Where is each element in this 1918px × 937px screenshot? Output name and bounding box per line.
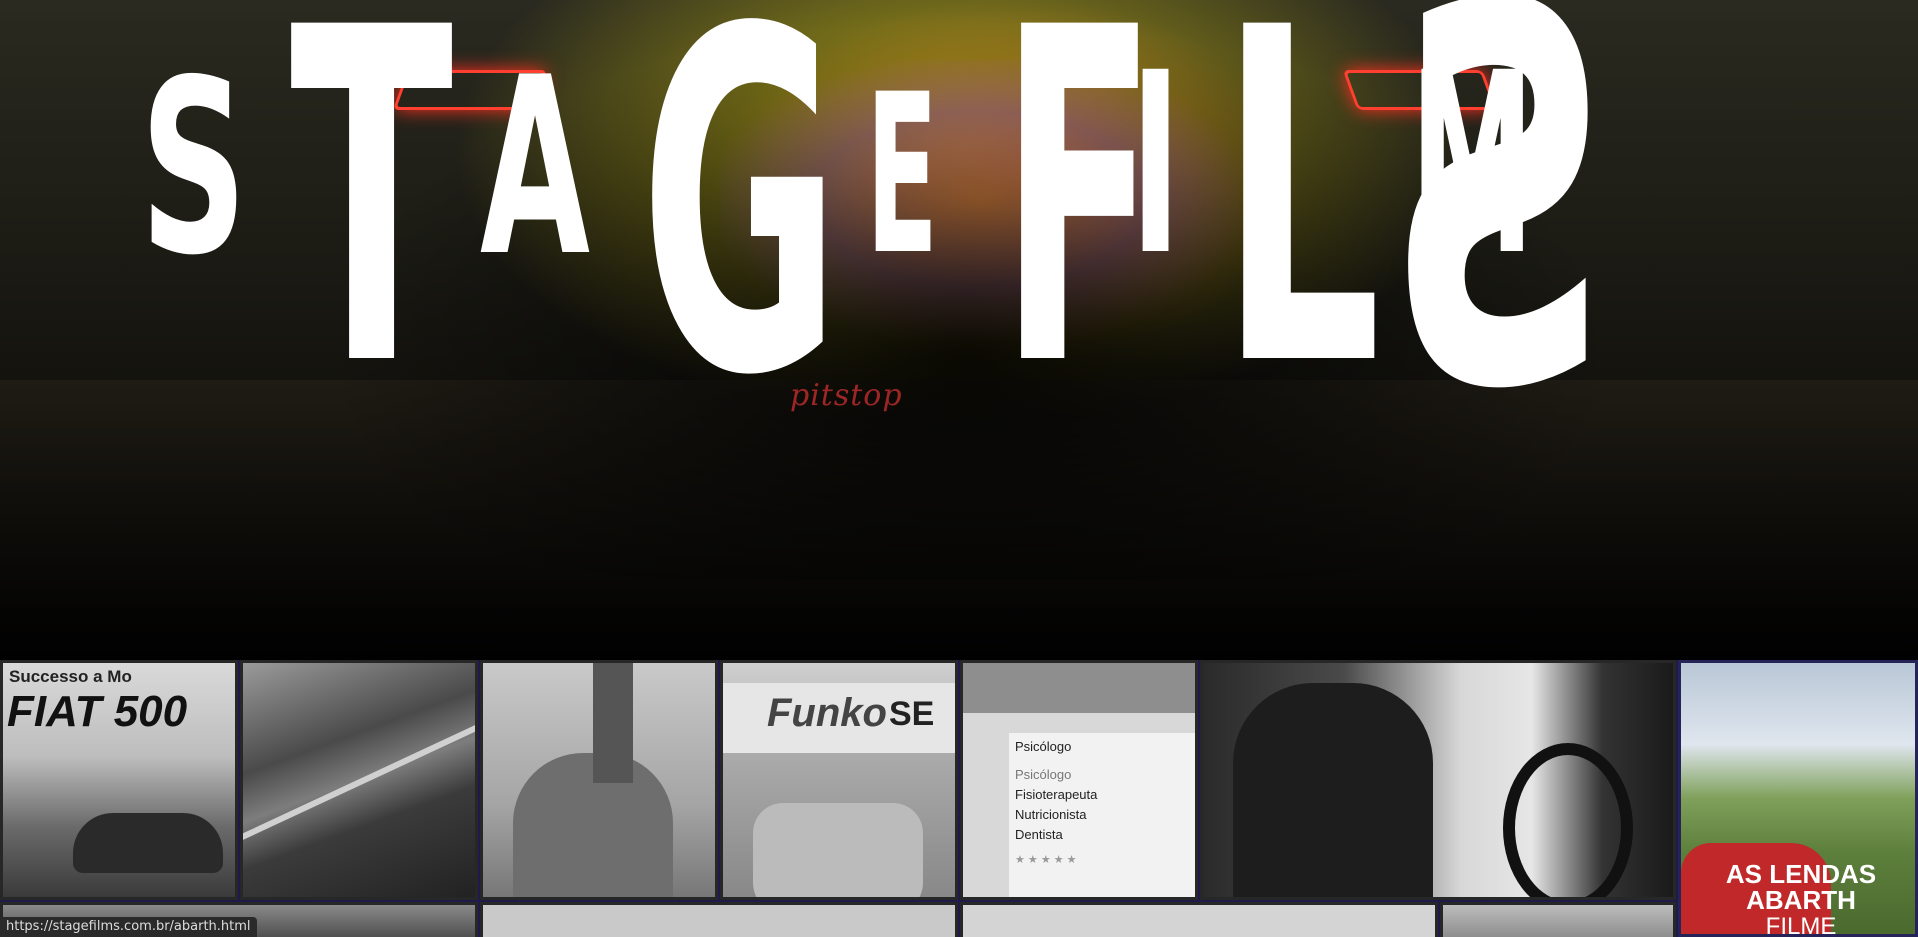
logo-letter-a: A	[480, 25, 590, 310]
app-header-bar	[963, 663, 1195, 713]
logo-letter-s1: S	[140, 28, 248, 308]
portfolio-tile-funko[interactable]: Funko SE	[720, 660, 958, 900]
app-item-2: Fisioterapeuta	[1015, 787, 1098, 802]
portfolio-tile-highway[interactable]	[240, 660, 478, 900]
logo-letter-g: G	[640, 0, 841, 478]
app-item-4: Dentista	[1015, 827, 1063, 842]
app-item-3: Nutricionista	[1015, 807, 1087, 822]
funko-label: Funko	[767, 691, 887, 735]
portfolio-tile-row2-4[interactable]	[1440, 902, 1676, 937]
microscope-shape	[593, 663, 633, 783]
driver-figure	[1233, 683, 1433, 897]
portfolio-tile-row2-2[interactable]	[480, 902, 958, 937]
funko-head	[753, 803, 923, 897]
logo-letter-l: L	[1220, 0, 1382, 467]
stagefilms-logo[interactable]: S T A G E F I L M S	[0, 0, 1918, 503]
portfolio-tile-app[interactable]: Psicólogo Psicólogo Fisioterapeuta Nutri…	[960, 660, 1198, 900]
portfolio-tile-driver[interactable]	[1200, 660, 1676, 900]
car-shape	[73, 813, 223, 873]
steering-wheel	[1503, 743, 1633, 897]
logo-letter-s2: S	[1385, 0, 1610, 503]
link-status-bar: https://stagefilms.com.br/abarth.html	[0, 917, 257, 937]
funko-se-label: SE	[889, 695, 935, 733]
app-title: Psicólogo	[1015, 739, 1072, 754]
app-rating: ★ ★ ★ ★ ★	[1015, 854, 1077, 866]
portfolio-grid: Successo a Mo FIAT 500 Funko SE Psicólog…	[0, 660, 1918, 937]
portfolio-tile-fiat-500[interactable]: Successo a Mo FIAT 500	[0, 660, 238, 900]
app-item-1: Psicólogo	[1015, 767, 1072, 782]
abarth-title-2: ABARTH	[1746, 885, 1856, 915]
portfolio-tile-row2-3[interactable]	[960, 902, 1438, 937]
logo-letter-t: T	[290, 0, 454, 467]
logo-letter-i: I	[1130, 19, 1182, 310]
portfolio-tile-surgeon[interactable]	[480, 660, 718, 900]
tile-caption-big: FIAT 500	[7, 687, 188, 736]
tile-caption-small: Successo a Mo	[9, 667, 132, 686]
portfolio-tile-abarth[interactable]: AS LENDAS ABARTH FILME	[1678, 660, 1918, 937]
logo-letter-e: E	[866, 47, 939, 303]
abarth-title-3: FILME	[1765, 913, 1837, 937]
